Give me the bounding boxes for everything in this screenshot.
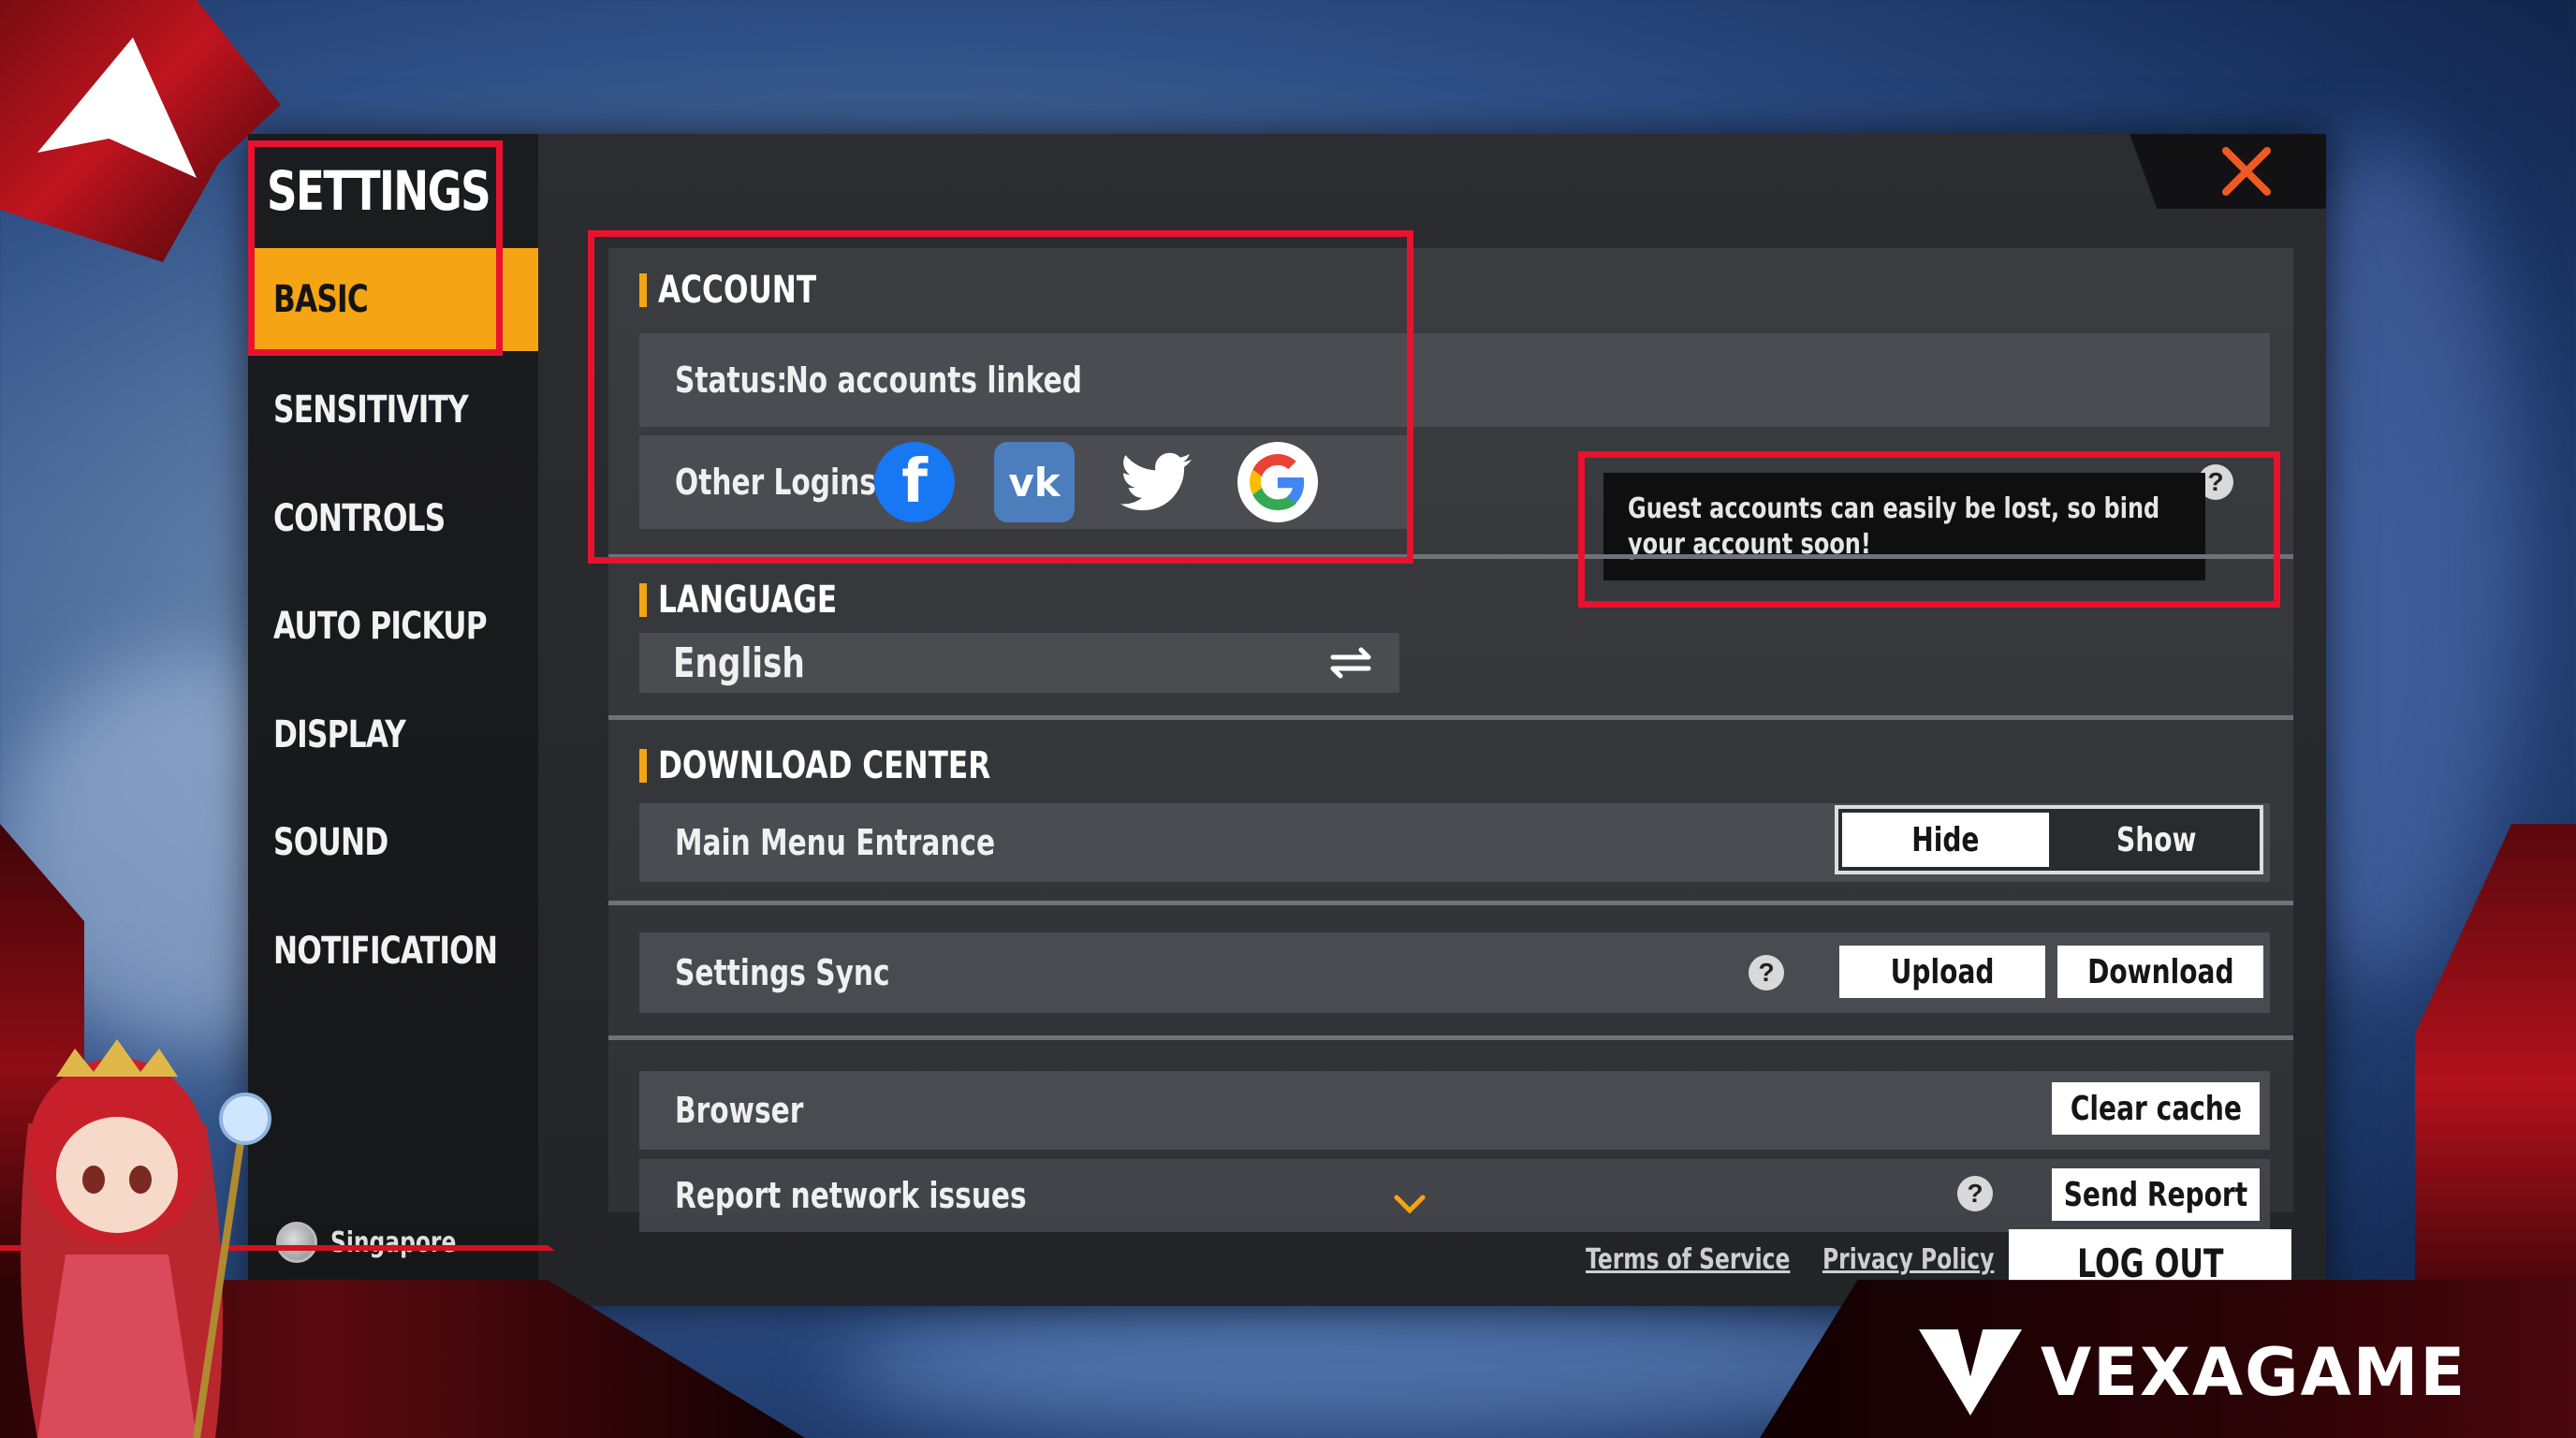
download-button[interactable]: Download	[2057, 946, 2263, 998]
privacy-policy-link[interactable]: Privacy Policy	[1822, 1243, 1994, 1276]
help-icon[interactable]: ?	[1749, 955, 1784, 990]
section-divider	[608, 715, 2293, 720]
report-network-row: Report network issues	[639, 1159, 2270, 1232]
sidebar-item-display[interactable]: DISPLAY	[248, 683, 538, 786]
log-out-label: LOG OUT	[2076, 1240, 2224, 1286]
toggle-option-label: Show	[2115, 820, 2197, 859]
main-menu-entrance-toggle[interactable]: Hide Show	[1835, 805, 2263, 874]
highlight-box	[1578, 451, 2280, 608]
toggle-option-label: Hide	[1911, 820, 1980, 859]
toggle-option-hide[interactable]: Hide	[1842, 813, 2049, 867]
sidebar-item-auto-pickup[interactable]: AUTO PICKUP	[248, 575, 538, 678]
toggle-option-show[interactable]: Show	[2053, 809, 2260, 871]
brand-logo-icon	[1919, 1329, 2022, 1416]
section-header-language: LANGUAGE	[639, 579, 887, 622]
sidebar-item-label: SOUND	[273, 821, 388, 864]
highlight-box	[588, 230, 1413, 564]
download-button-label: Download	[2086, 952, 2234, 991]
sidebar-item-notification[interactable]: NOTIFICATION	[248, 900, 538, 1003]
section-accent-bar	[639, 583, 647, 617]
sidebar-item-controls[interactable]: CONTROLS	[248, 467, 538, 570]
send-report-label: Send Report	[2063, 1175, 2248, 1214]
section-accent-bar	[639, 749, 647, 783]
language-selector[interactable]: English	[639, 633, 1399, 693]
clear-cache-label: Clear cache	[2070, 1089, 2242, 1128]
sidebar-item-sound[interactable]: SOUND	[248, 791, 538, 894]
report-network-label: Report network issues	[675, 1175, 1027, 1216]
browser-label: Browser	[675, 1090, 804, 1131]
section-divider	[608, 1035, 2293, 1040]
main-menu-entrance-label: Main Menu Entrance	[675, 822, 996, 863]
browser-row: Browser	[639, 1071, 2270, 1150]
brand-name: VEXAGAME	[2041, 1334, 2467, 1411]
sidebar-item-label: CONTROLS	[273, 497, 446, 540]
section-divider	[608, 901, 2293, 905]
close-button[interactable]	[2130, 134, 2326, 209]
close-icon	[2222, 147, 2271, 196]
settings-sync-label: Settings Sync	[675, 952, 890, 993]
sidebar-item-label: AUTO PICKUP	[273, 605, 488, 648]
highlight-box	[248, 140, 503, 356]
sidebar-item-sensitivity[interactable]: SENSITIVITY	[248, 359, 538, 462]
section-title: DOWNLOAD CENTER	[658, 744, 991, 787]
mascot-character	[21, 1039, 271, 1438]
help-icon[interactable]: ?	[1957, 1176, 1993, 1211]
sidebar-item-label: NOTIFICATION	[273, 930, 498, 973]
clear-cache-button[interactable]: Clear cache	[2052, 1082, 2260, 1135]
chevron-down-icon[interactable]	[1393, 1194, 1427, 1214]
upload-button-label: Upload	[1890, 952, 1995, 991]
brand-watermark: VEXAGAME	[1919, 1329, 2466, 1416]
section-title: LANGUAGE	[658, 579, 838, 622]
swap-arrows-icon[interactable]	[1327, 644, 1374, 682]
section-header-download-center: DOWNLOAD CENTER	[639, 744, 1084, 787]
language-value: English	[673, 638, 805, 687]
terms-of-service-link[interactable]: Terms of Service	[1586, 1243, 1790, 1276]
upload-button[interactable]: Upload	[1839, 946, 2045, 998]
sidebar-item-label: SENSITIVITY	[273, 389, 469, 432]
sidebar-item-label: DISPLAY	[273, 713, 406, 756]
send-report-button[interactable]: Send Report	[2052, 1168, 2260, 1221]
